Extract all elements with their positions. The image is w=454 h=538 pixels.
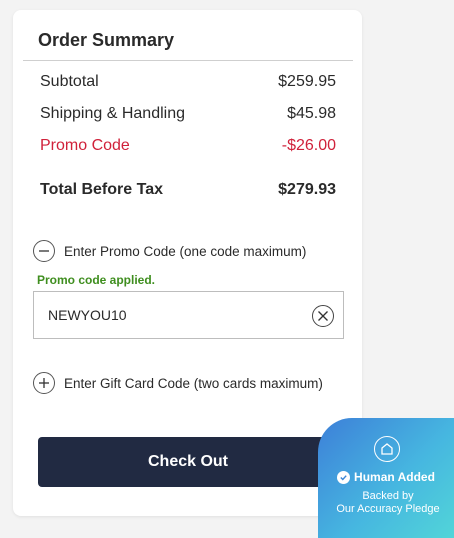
subtotal-row: Subtotal $259.95	[40, 73, 336, 91]
subtotal-value: $259.95	[278, 73, 336, 90]
shipping-label: Shipping & Handling	[40, 105, 185, 122]
promo-code-field[interactable]	[33, 291, 344, 339]
close-icon	[318, 311, 328, 321]
pledge-logo-icon	[374, 436, 400, 462]
shipping-row: Shipping & Handling $45.98	[40, 105, 336, 123]
gift-card-toggle-label: Enter Gift Card Code (two cards maximum)	[64, 375, 323, 391]
total-row: Total Before Tax $279.93	[40, 181, 336, 199]
human-added-badge[interactable]: Human Added Backed by Our Accuracy Pledg…	[318, 418, 454, 538]
human-added-label: Human Added	[318, 470, 454, 484]
check-icon	[337, 470, 351, 484]
minus-icon	[33, 240, 55, 262]
promo-label: Promo Code	[40, 137, 130, 154]
promo-row: Promo Code -$26.00	[40, 137, 336, 155]
promo-code-toggle[interactable]: Enter Promo Code (one code maximum)	[33, 240, 306, 262]
promo-code-input[interactable]	[48, 307, 288, 323]
badge-line-1: Backed by	[362, 490, 414, 502]
title-divider	[23, 60, 353, 61]
plus-icon	[33, 372, 55, 394]
subtotal-label: Subtotal	[40, 73, 99, 90]
gift-card-toggle[interactable]: Enter Gift Card Code (two cards maximum)	[33, 372, 323, 394]
checkout-button[interactable]: Check Out	[38, 437, 338, 487]
clear-promo-button[interactable]	[312, 305, 334, 327]
human-added-text: Human Added	[354, 470, 435, 484]
promo-value: -$26.00	[281, 137, 336, 154]
order-summary-title: Order Summary	[38, 30, 175, 50]
shipping-value: $45.98	[287, 105, 336, 122]
total-label: Total Before Tax	[40, 181, 163, 198]
badge-line-2: Our Accuracy Pledge	[336, 503, 440, 515]
order-summary-card: Order Summary Subtotal $259.95 Shipping …	[13, 10, 362, 516]
promo-code-toggle-label: Enter Promo Code (one code maximum)	[64, 243, 307, 259]
total-value: $279.93	[278, 181, 336, 198]
promo-applied-message: Promo code applied.	[37, 273, 156, 287]
